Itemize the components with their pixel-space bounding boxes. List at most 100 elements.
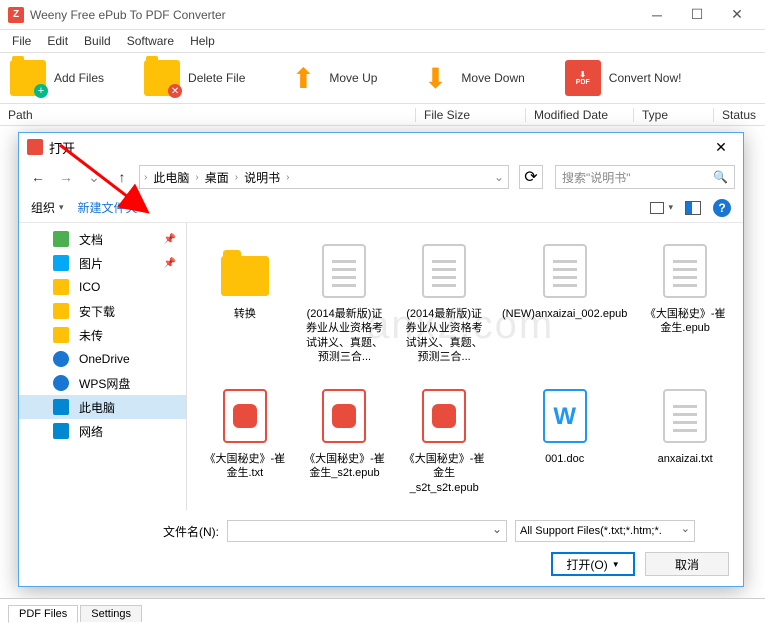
sidebar-item-3[interactable]: 安下载 xyxy=(19,299,186,323)
nav-up-button[interactable]: ↑ xyxy=(111,166,133,188)
col-type[interactable]: Type xyxy=(634,108,714,122)
pin-icon: 📌 xyxy=(164,234,176,245)
delete-file-button[interactable]: Delete File xyxy=(144,60,245,96)
menu-help[interactable]: Help xyxy=(182,32,223,50)
pin-icon: 📌 xyxy=(164,258,176,269)
window-title: Weeny Free ePub To PDF Converter xyxy=(30,8,637,22)
file-name-label: (NEW)anxaizai_002.epub xyxy=(502,307,627,321)
main-toolbar: Add Files Delete File ⬆ Move Up ⬇ Move D… xyxy=(0,52,765,104)
file-item-2[interactable]: (2014最新版)证券业从业资格考试讲义、真题、预测三合... xyxy=(398,235,490,368)
col-modified[interactable]: Modified Date xyxy=(526,108,634,122)
file-item-5[interactable]: 《大国秘史》-崔金生.txt xyxy=(199,380,291,499)
file-item-8[interactable]: W 001.doc xyxy=(498,380,631,499)
file-item-6[interactable]: 《大国秘史》-崔金生_s2t.epub xyxy=(299,380,391,499)
doc-file-icon: W xyxy=(543,389,587,443)
breadcrumb-dropdown-icon[interactable]: ⌄ xyxy=(494,170,504,184)
sidebar-item-7[interactable]: 此电脑 xyxy=(19,395,186,419)
file-name-label: 001.doc xyxy=(545,452,584,466)
maximize-button[interactable]: ☐ xyxy=(677,1,717,29)
file-name-label: 《大国秘史》-崔金生_s2t_s2t.epub xyxy=(402,452,486,495)
tab-settings[interactable]: Settings xyxy=(80,605,142,622)
search-placeholder: 搜索"说明书" xyxy=(562,169,713,186)
preview-pane-button[interactable] xyxy=(685,201,701,215)
move-down-label: Move Down xyxy=(461,71,524,85)
breadcrumb-seg-2[interactable]: 说明书 xyxy=(240,169,284,186)
file-item-1[interactable]: (2014最新版)证券业从业资格考试讲义、真题、预测三合... xyxy=(299,235,391,368)
col-path[interactable]: Path xyxy=(0,108,416,122)
sidebar-item-6[interactable]: WPS网盘 xyxy=(19,371,186,395)
file-item-7[interactable]: 《大国秘史》-崔金生_s2t_s2t.epub xyxy=(398,380,490,499)
file-name-label: 《大国秘史》-崔金生.txt xyxy=(203,452,287,481)
refresh-button[interactable]: ⟳ xyxy=(519,165,543,189)
file-filter-select[interactable]: All Support Files(*.txt;*.htm;*. xyxy=(515,520,695,542)
help-icon[interactable]: ? xyxy=(713,199,731,217)
sidebar-item-5[interactable]: OneDrive xyxy=(19,347,186,371)
search-input[interactable]: 搜索"说明书" 🔍 xyxy=(555,165,735,189)
view-icon xyxy=(650,202,664,214)
file-name-label: (2014最新版)证券业从业资格考试讲义、真题、预测三合... xyxy=(303,307,387,364)
open-button[interactable]: 打开(O) ▼ xyxy=(551,552,635,576)
new-folder-button[interactable]: 新建文件夹 xyxy=(78,199,138,216)
col-status[interactable]: Status xyxy=(714,108,765,122)
move-up-button[interactable]: ⬆ Move Up xyxy=(285,60,377,96)
file-name-label: (2014最新版)证券业从业资格考试讲义、真题、预测三合... xyxy=(402,307,486,364)
menu-software[interactable]: Software xyxy=(119,32,182,50)
close-button[interactable]: ✕ xyxy=(717,1,757,29)
cloud-icon xyxy=(53,375,69,391)
arrow-up-icon: ⬆ xyxy=(285,60,321,96)
file-item-0[interactable]: 转换 xyxy=(199,235,291,368)
dialog-toolbar: 组织 新建文件夹 ? xyxy=(19,193,743,223)
add-folder-icon xyxy=(10,60,46,96)
sidebar-item-1[interactable]: 图片📌 xyxy=(19,251,186,275)
sidebar-item-0[interactable]: 文档📌 xyxy=(19,227,186,251)
file-item-9[interactable]: anxaizai.txt xyxy=(639,380,731,499)
chevron-right-icon xyxy=(286,172,289,183)
epub-file-icon xyxy=(322,389,366,443)
fld-icon xyxy=(53,279,69,295)
dialog-close-button[interactable]: ✕ xyxy=(707,136,735,158)
sidebar-item-4[interactable]: 未传 xyxy=(19,323,186,347)
col-size[interactable]: File Size xyxy=(416,108,526,122)
cancel-button[interactable]: 取消 xyxy=(645,552,729,576)
file-item-3[interactable]: (NEW)anxaizai_002.epub xyxy=(498,235,631,368)
sidebar-item-8[interactable]: 网络 xyxy=(19,419,186,443)
dialog-footer: 文件名(N): All Support Files(*.txt;*.htm;*.… xyxy=(19,510,743,586)
tab-pdf-files[interactable]: PDF Files xyxy=(8,605,78,623)
view-options-button[interactable] xyxy=(650,202,673,214)
dialog-nav-bar: ← → ⌄ ↑ 此电脑 桌面 说明书 ⌄ ⟳ 搜索"说明书" 🔍 xyxy=(19,161,743,193)
file-name-label: 转换 xyxy=(234,307,256,321)
text-file-icon xyxy=(663,389,707,443)
nav-back-button[interactable]: ← xyxy=(27,166,49,188)
add-files-button[interactable]: Add Files xyxy=(10,60,104,96)
fld-icon xyxy=(53,327,69,343)
nav-forward-button[interactable]: → xyxy=(55,166,77,188)
epub-file-icon xyxy=(422,389,466,443)
filename-input[interactable] xyxy=(227,520,507,542)
text-file-icon xyxy=(663,244,707,298)
breadcrumb-seg-1[interactable]: 桌面 xyxy=(201,169,233,186)
menu-build[interactable]: Build xyxy=(76,32,119,50)
epub-file-icon xyxy=(223,389,267,443)
app-icon: Z xyxy=(8,7,24,23)
arrow-down-icon: ⬇ xyxy=(417,60,453,96)
dialog-title: 打开 xyxy=(49,138,707,157)
breadcrumb-seg-0[interactable]: 此电脑 xyxy=(149,169,193,186)
chevron-right-icon xyxy=(195,172,198,183)
nav-recent-button[interactable]: ⌄ xyxy=(83,166,105,188)
folder-icon xyxy=(221,256,269,296)
breadcrumb-root-icon xyxy=(144,172,147,183)
delete-file-label: Delete File xyxy=(188,71,245,85)
text-file-icon xyxy=(543,244,587,298)
menu-file[interactable]: File xyxy=(4,32,39,50)
fld-icon xyxy=(53,303,69,319)
sidebar-item-2[interactable]: ICO xyxy=(19,275,186,299)
move-down-button[interactable]: ⬇ Move Down xyxy=(417,60,524,96)
open-file-dialog: 打开 ✕ ← → ⌄ ↑ 此电脑 桌面 说明书 ⌄ ⟳ 搜索"说明书" 🔍 组织… xyxy=(18,132,744,587)
dialog-icon xyxy=(27,139,43,155)
organize-button[interactable]: 组织 xyxy=(31,199,64,216)
file-item-4[interactable]: 《大国秘史》-崔金生.epub xyxy=(639,235,731,368)
minimize-button[interactable]: ─ xyxy=(637,1,677,29)
menu-edit[interactable]: Edit xyxy=(39,32,76,50)
breadcrumb[interactable]: 此电脑 桌面 说明书 ⌄ xyxy=(139,165,509,189)
convert-button[interactable]: ⬇PDF Convert Now! xyxy=(565,60,682,96)
